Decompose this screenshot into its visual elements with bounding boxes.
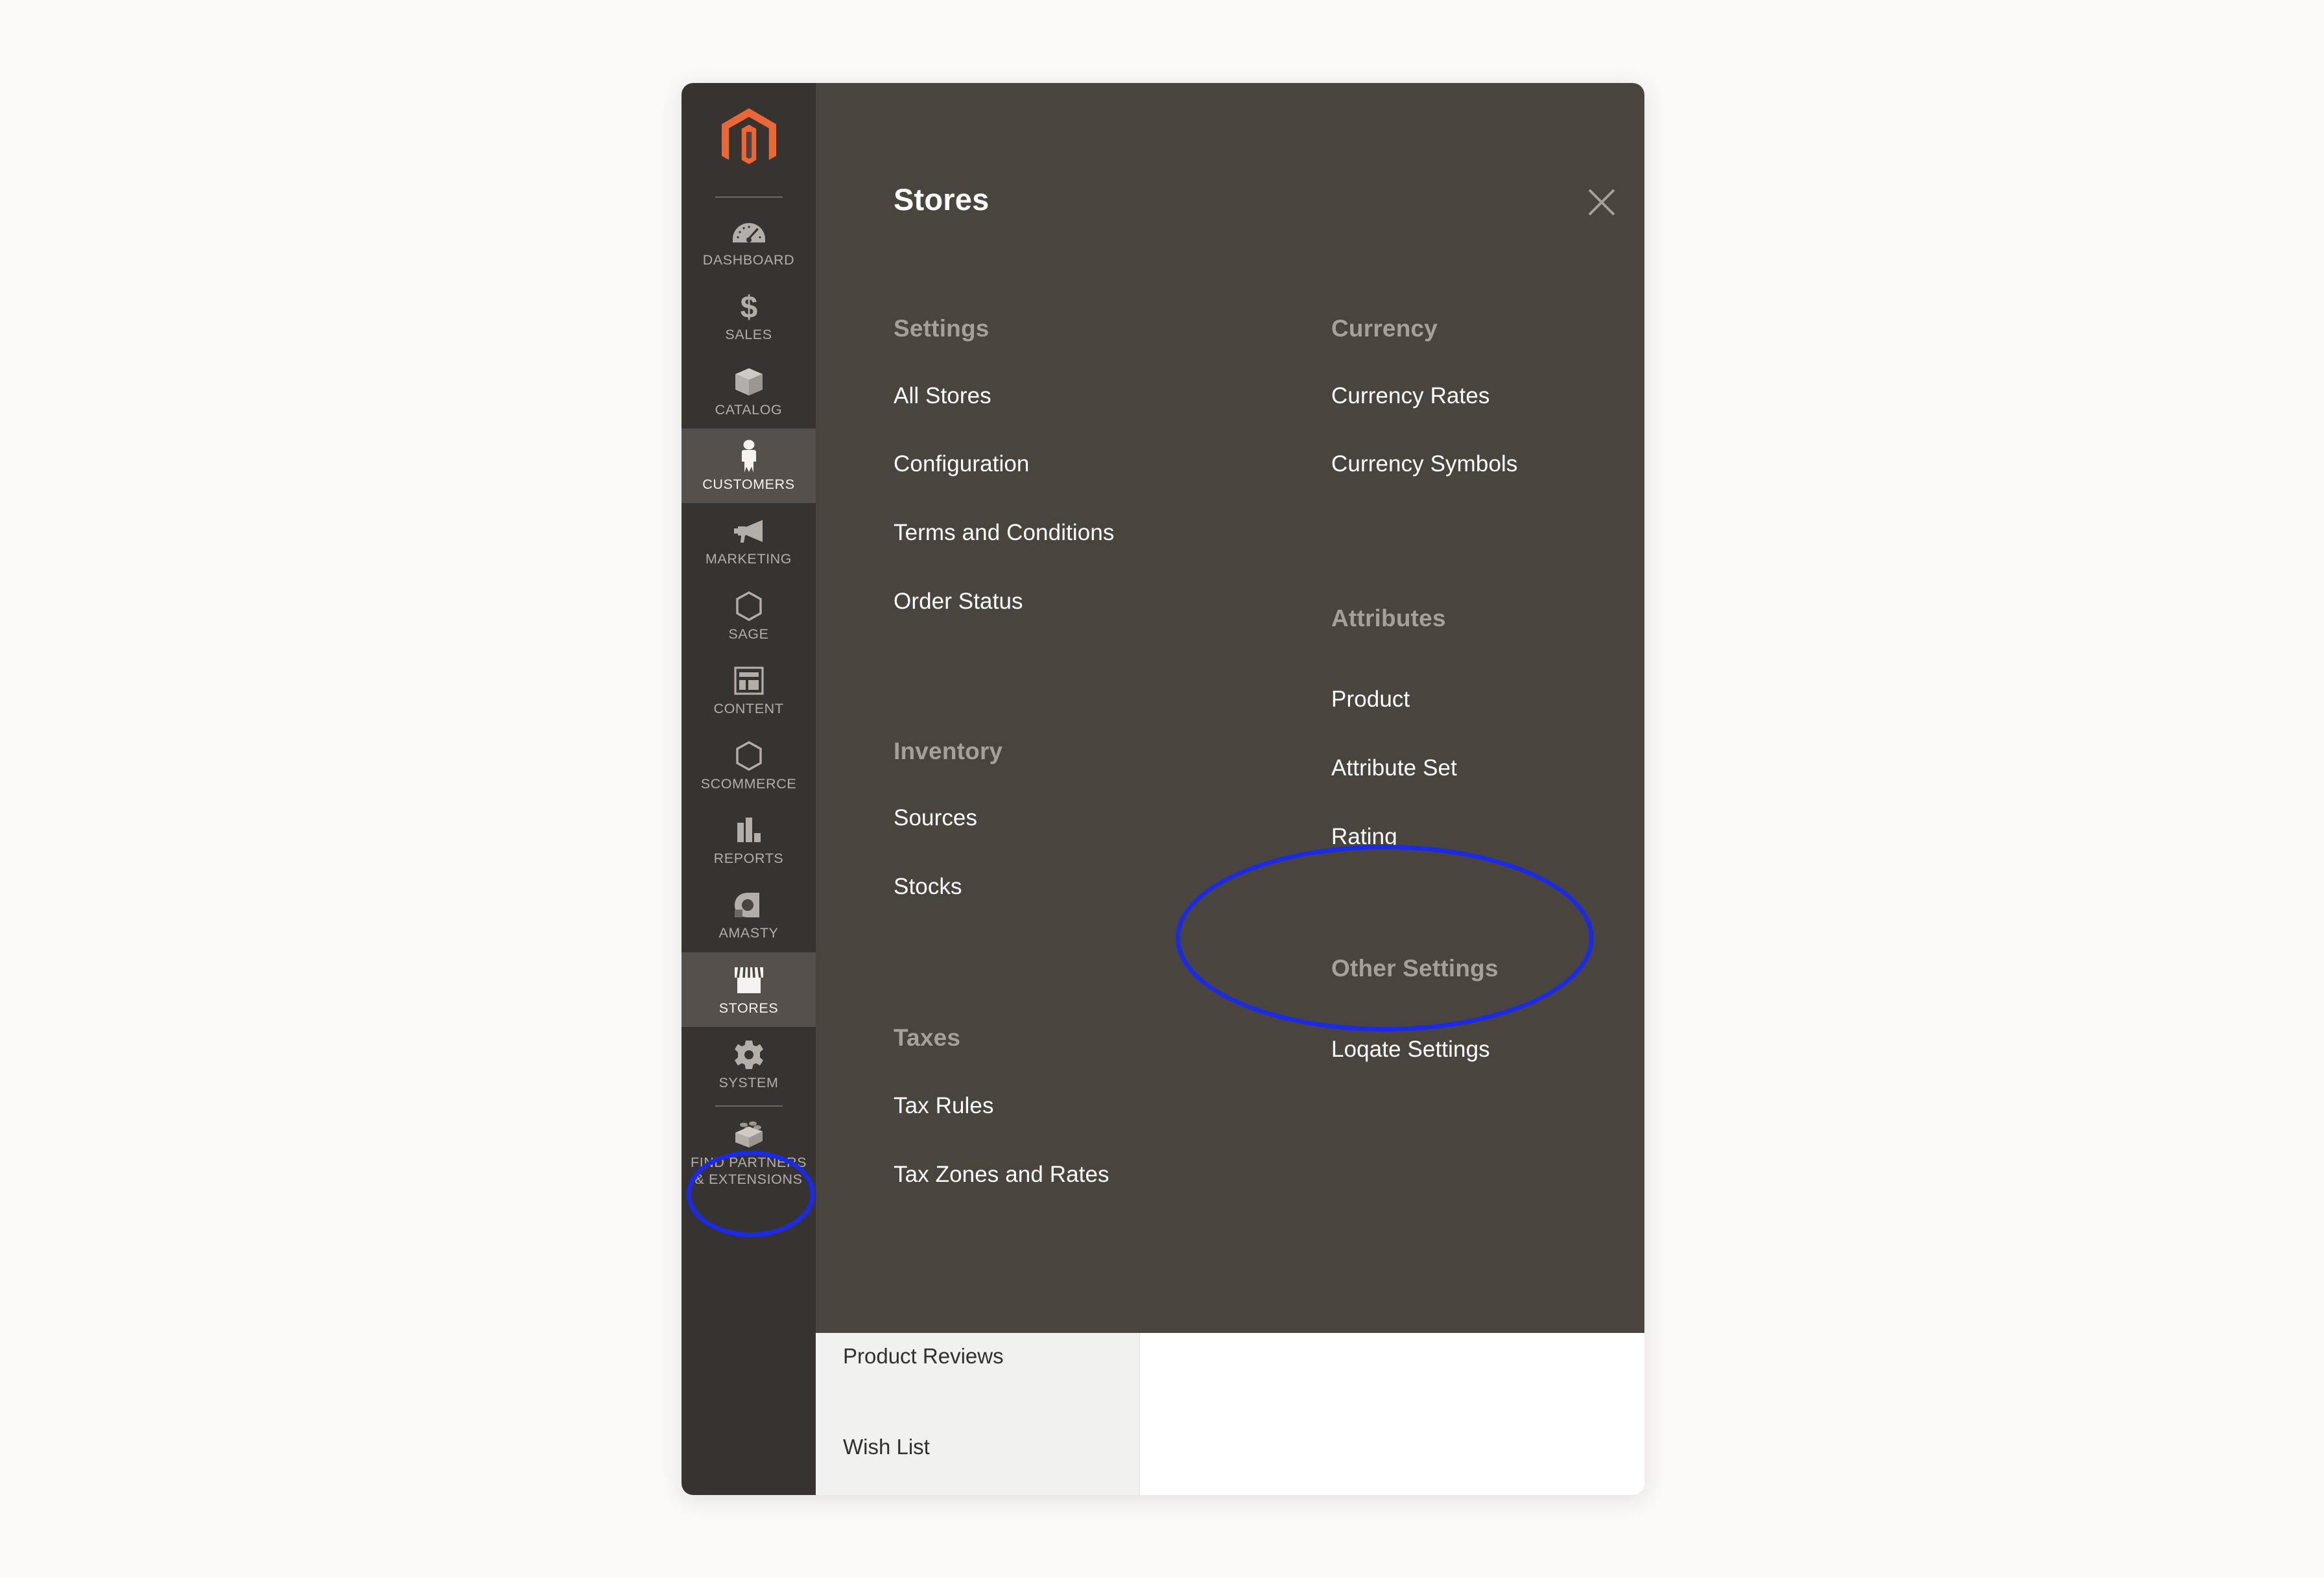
menu-item-order-status[interactable]: Order Status [894,589,1023,615]
menu-item-loqate-settings[interactable]: Loqate Settings [1331,1037,1490,1063]
sidebar-item-label: CUSTOMERS [702,477,795,493]
storefront-icon [684,964,813,996]
menu-item-stocks[interactable]: Stocks [894,874,962,900]
screenshot-canvas: Product Reviews Wish List DASHBOARD $ SA… [0,0,2324,1578]
stores-flyout-menu: Stores Settings All Stores Configuration… [816,83,1644,1333]
sidebar-item-label: REPORTS [713,850,784,866]
sidebar-item-label: SYSTEM [718,1074,779,1090]
menu-group-other-settings: Other Settings Loqate Settings [1331,955,1499,1062]
menu-item-currency-symbols[interactable]: Currency Symbols [1331,451,1518,477]
sidebar-item-label: SCOMMERCE [700,775,797,792]
menu-item-sources[interactable]: Sources [894,805,977,831]
sidebar-item-scommerce[interactable]: SCOMMERCE [682,728,816,803]
gear-icon [684,1039,813,1071]
menu-group-title: Inventory [894,738,1003,764]
sidebar-item-label: FIND PARTNERS & EXTENSIONS [690,1155,807,1187]
menu-group-attributes: Attributes Product Attribute Set Rating [1331,605,1457,849]
dashboard-gauge-icon [684,216,813,248]
sidebar-item-find-partners-extensions[interactable]: FIND PARTNERS & EXTENSIONS [682,1107,816,1198]
layout-window-icon [684,665,813,697]
menu-item-rating[interactable]: Rating [1331,824,1397,850]
bar-chart-icon [684,814,813,847]
menu-item-configuration[interactable]: Configuration [894,451,1030,477]
sidebar-item-label: AMASTY [718,925,779,941]
admin-sidebar-nav: DASHBOARD $ SALES CATALOG CUSTOMERS MARK… [682,83,816,1495]
sidebar-item-label: SALES [725,327,772,343]
sidebar-item-label: MARKETING [705,551,792,567]
dollar-sign-icon: $ [684,290,813,323]
magento-logo[interactable] [682,83,816,196]
sidebar-item-label: CATALOG [715,401,783,418]
menu-item-tax-zones-and-rates[interactable]: Tax Zones and Rates [894,1162,1109,1188]
sidebar-divider-top [715,196,783,198]
background-row-wish-list[interactable]: Wish List [843,1435,930,1459]
menu-group-taxes: Taxes Tax Rules Tax Zones and Rates [894,1024,1109,1187]
menu-item-tax-rules[interactable]: Tax Rules [894,1093,994,1119]
menu-group-settings: Settings All Stores Configuration Terms … [894,315,1114,614]
background-row-product-reviews[interactable]: Product Reviews [843,1344,1004,1369]
sidebar-item-label: SAGE [728,626,769,642]
menu-group-title: Settings [894,315,990,342]
svg-text:$: $ [740,290,757,323]
menu-group-inventory: Inventory Sources Stocks [894,738,1003,899]
megaphone-icon [684,515,813,547]
sidebar-item-system[interactable]: SYSTEM [682,1027,816,1101]
menu-group-currency: Currency Currency Rates Currency Symbols [1331,315,1517,477]
sidebar-item-sales[interactable]: $ SALES [682,279,816,353]
sidebar-item-marketing[interactable]: MARKETING [682,503,816,578]
hexagon-icon [684,740,813,772]
hexagon-icon [684,590,813,622]
menu-group-title: Taxes [894,1024,961,1051]
menu-group-title: Other Settings [1331,955,1499,982]
sidebar-item-label: DASHBOARD [702,252,795,268]
sidebar-item-sage[interactable]: SAGE [682,578,816,653]
menu-item-all-stores[interactable]: All Stores [894,383,991,409]
sidebar-item-label: CONTENT [713,701,784,717]
sidebar-item-catalog[interactable]: CATALOG [682,354,816,429]
magento-logo-icon [721,108,776,164]
amasty-letter-a-icon [684,889,813,921]
menu-group-title: Currency [1331,315,1438,342]
sidebar-item-dashboard[interactable]: DASHBOARD [682,204,816,279]
person-icon [684,440,813,473]
menu-item-terms-and-conditions[interactable]: Terms and Conditions [894,520,1115,546]
sidebar-item-stores[interactable]: STORES [682,952,816,1027]
admin-window: Product Reviews Wish List DASHBOARD $ SA… [682,83,1644,1495]
sidebar-item-customers[interactable]: CUSTOMERS [682,429,816,504]
sidebar-item-reports[interactable]: REPORTS [682,803,816,877]
sidebar-item-amasty[interactable]: AMASTY [682,877,816,952]
close-button[interactable] [1578,179,1625,226]
menu-item-product[interactable]: Product [1331,687,1410,712]
sidebar-item-label: STORES [718,1000,779,1016]
menu-item-currency-rates[interactable]: Currency Rates [1331,383,1490,409]
menu-group-title: Attributes [1331,605,1446,631]
box-icon [684,366,813,398]
menu-item-attribute-set[interactable]: Attribute Set [1331,755,1457,781]
sidebar-item-content[interactable]: CONTENT [682,653,816,727]
close-x-icon [1588,189,1615,216]
lego-brick-icon [684,1118,813,1151]
page-title: Stores [894,182,990,217]
